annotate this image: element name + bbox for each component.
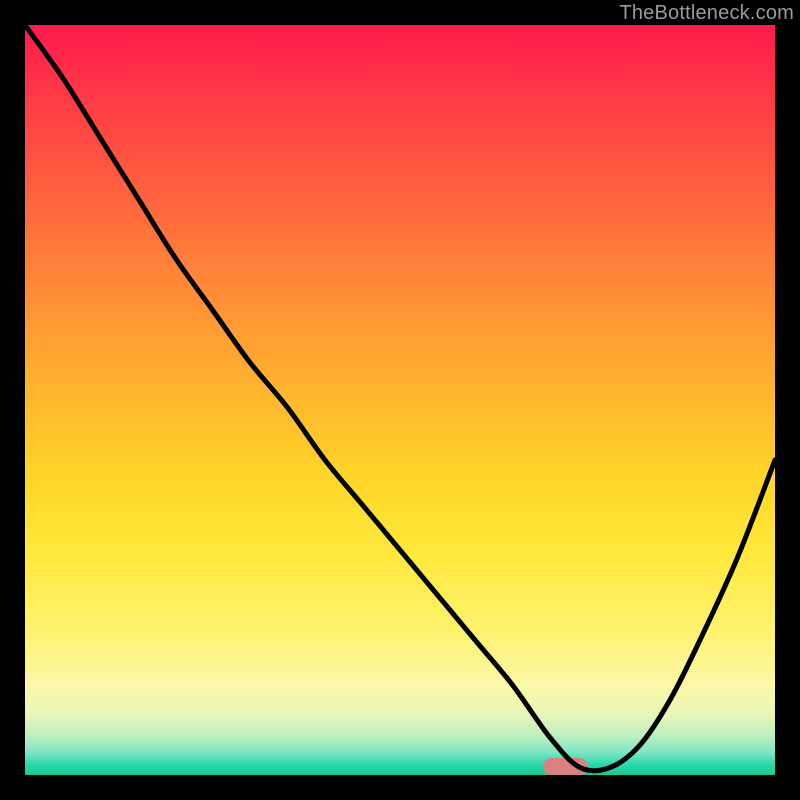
- curve-path: [25, 25, 775, 771]
- watermark-text: TheBottleneck.com: [619, 2, 794, 25]
- plot-area: [25, 25, 775, 775]
- chart-frame: TheBottleneck.com: [0, 0, 800, 800]
- bottleneck-curve: [25, 25, 775, 775]
